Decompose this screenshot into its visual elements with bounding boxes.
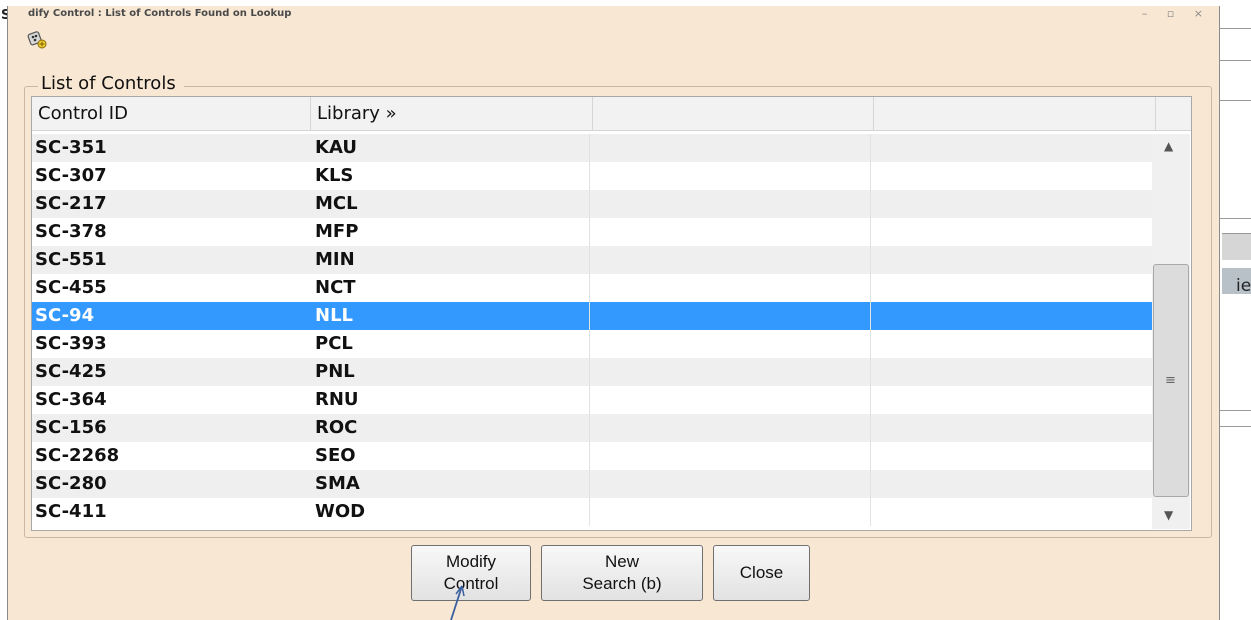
table-row[interactable]: SC-364 RNU <box>32 386 1152 414</box>
library-cell: WOD <box>315 501 366 522</box>
empty-cell <box>870 386 1152 414</box>
empty-cell <box>870 134 1152 162</box>
empty-cell <box>870 330 1152 358</box>
table-row[interactable]: SC-551 MIN <box>32 246 1152 274</box>
empty-cell <box>589 330 870 358</box>
new-search-button[interactable]: New Search (b) <box>541 545 703 601</box>
grip-icon: ≡ <box>1165 373 1176 388</box>
control-id-cell: SC-455 <box>35 277 107 298</box>
control-id-cell: SC-94 <box>35 305 95 326</box>
control-id-cell: SC-551 <box>35 249 107 270</box>
empty-cell <box>870 190 1152 218</box>
table-row[interactable]: SC-425 PNL <box>32 358 1152 386</box>
empty-cell <box>589 302 870 330</box>
empty-cell <box>870 498 1152 526</box>
empty-cell <box>870 414 1152 442</box>
column-header-3[interactable] <box>593 97 874 130</box>
title-bar[interactable]: dify Control : List of Controls Found on… <box>8 6 1219 24</box>
empty-cell <box>589 442 870 470</box>
scroll-down-arrow-icon[interactable]: ▼ <box>1164 508 1173 522</box>
background-divider <box>1218 60 1251 61</box>
library-cell: PNL <box>315 361 355 382</box>
controls-table: Control ID Library » SC-351 KAU SC-307 KLS S… <box>31 96 1192 531</box>
vertical-scrollbar[interactable]: ▲ ≡ ▼ <box>1152 134 1190 529</box>
control-id-cell: SC-411 <box>35 501 107 522</box>
empty-cell <box>870 442 1152 470</box>
control-id-cell: SC-378 <box>35 221 107 242</box>
window-title: dify Control : List of Controls Found on… <box>28 8 292 19</box>
table-row[interactable]: SC-2268 SEO <box>32 442 1152 470</box>
control-id-cell: SC-364 <box>35 389 107 410</box>
table-row[interactable]: SC-156 ROC <box>32 414 1152 442</box>
background-divider <box>1218 28 1251 29</box>
library-cell: MFP <box>315 221 359 242</box>
modify-control-button[interactable]: Modify Control <box>411 545 531 601</box>
empty-cell <box>589 498 870 526</box>
table-row[interactable]: SC-94 NLL <box>32 302 1152 330</box>
empty-cell <box>870 162 1152 190</box>
table-row[interactable]: SC-351 KAU <box>32 134 1152 162</box>
library-cell: SMA <box>315 473 360 494</box>
close-button[interactable]: Close <box>713 545 810 601</box>
library-cell: RNU <box>315 389 359 410</box>
background-divider <box>1218 218 1251 219</box>
library-cell: NCT <box>315 277 356 298</box>
library-cell: SEO <box>315 445 356 466</box>
background-button <box>1222 233 1251 260</box>
empty-cell <box>870 218 1152 246</box>
scrollbar-thumb[interactable]: ≡ <box>1153 264 1189 497</box>
control-id-cell: SC-351 <box>35 137 107 158</box>
empty-cell <box>589 134 870 162</box>
control-id-cell: SC-393 <box>35 333 107 354</box>
control-id-cell: SC-217 <box>35 193 107 214</box>
empty-cell <box>870 470 1152 498</box>
background-app-panel <box>1218 0 1251 620</box>
empty-cell <box>589 246 870 274</box>
empty-cell <box>870 246 1152 274</box>
table-row[interactable]: SC-378 MFP <box>32 218 1152 246</box>
column-header-control-id[interactable]: Control ID <box>32 97 311 130</box>
control-id-cell: SC-280 <box>35 473 107 494</box>
empty-cell <box>589 414 870 442</box>
table-row[interactable]: SC-411 WOD <box>32 498 1152 526</box>
library-cell: KLS <box>315 165 354 186</box>
empty-cell <box>589 274 870 302</box>
background-text: ie <box>1236 276 1251 296</box>
background-divider <box>1218 410 1251 411</box>
background-divider <box>1218 426 1251 427</box>
table-body: SC-351 KAU SC-307 KLS SC-217 MCL SC-378 MFP SC-5… <box>32 134 1152 526</box>
empty-cell <box>589 162 870 190</box>
control-id-cell: SC-425 <box>35 361 107 382</box>
library-cell: KAU <box>315 137 357 158</box>
table-row[interactable]: SC-280 SMA <box>32 470 1152 498</box>
library-cell: ROC <box>315 417 358 438</box>
column-header-library[interactable]: Library » <box>311 97 593 130</box>
table-row[interactable]: SC-455 NCT <box>32 274 1152 302</box>
table-header: Control ID Library » <box>32 97 1191 131</box>
table-row[interactable]: SC-217 MCL <box>32 190 1152 218</box>
group-label: List of Controls <box>38 73 184 94</box>
table-row[interactable]: SC-393 PCL <box>32 330 1152 358</box>
empty-cell <box>870 274 1152 302</box>
empty-cell <box>870 358 1152 386</box>
scroll-up-arrow-icon[interactable]: ▲ <box>1164 139 1173 153</box>
library-cell: MIN <box>315 249 355 270</box>
window-controls[interactable]: – ▫ × <box>1142 7 1211 20</box>
library-cell: PCL <box>315 333 353 354</box>
empty-cell <box>870 302 1152 330</box>
library-cell: MCL <box>315 193 358 214</box>
empty-cell <box>589 470 870 498</box>
control-id-cell: SC-2268 <box>35 445 120 466</box>
lookup-icon <box>27 31 47 49</box>
column-header-4[interactable] <box>874 97 1156 130</box>
empty-cell <box>589 218 870 246</box>
background-divider <box>1218 100 1251 101</box>
empty-cell <box>589 190 870 218</box>
empty-cell <box>589 358 870 386</box>
empty-cell <box>589 386 870 414</box>
table-row[interactable]: SC-307 KLS <box>32 162 1152 190</box>
control-id-cell: SC-156 <box>35 417 107 438</box>
library-cell: NLL <box>315 305 354 326</box>
control-id-cell: SC-307 <box>35 165 107 186</box>
